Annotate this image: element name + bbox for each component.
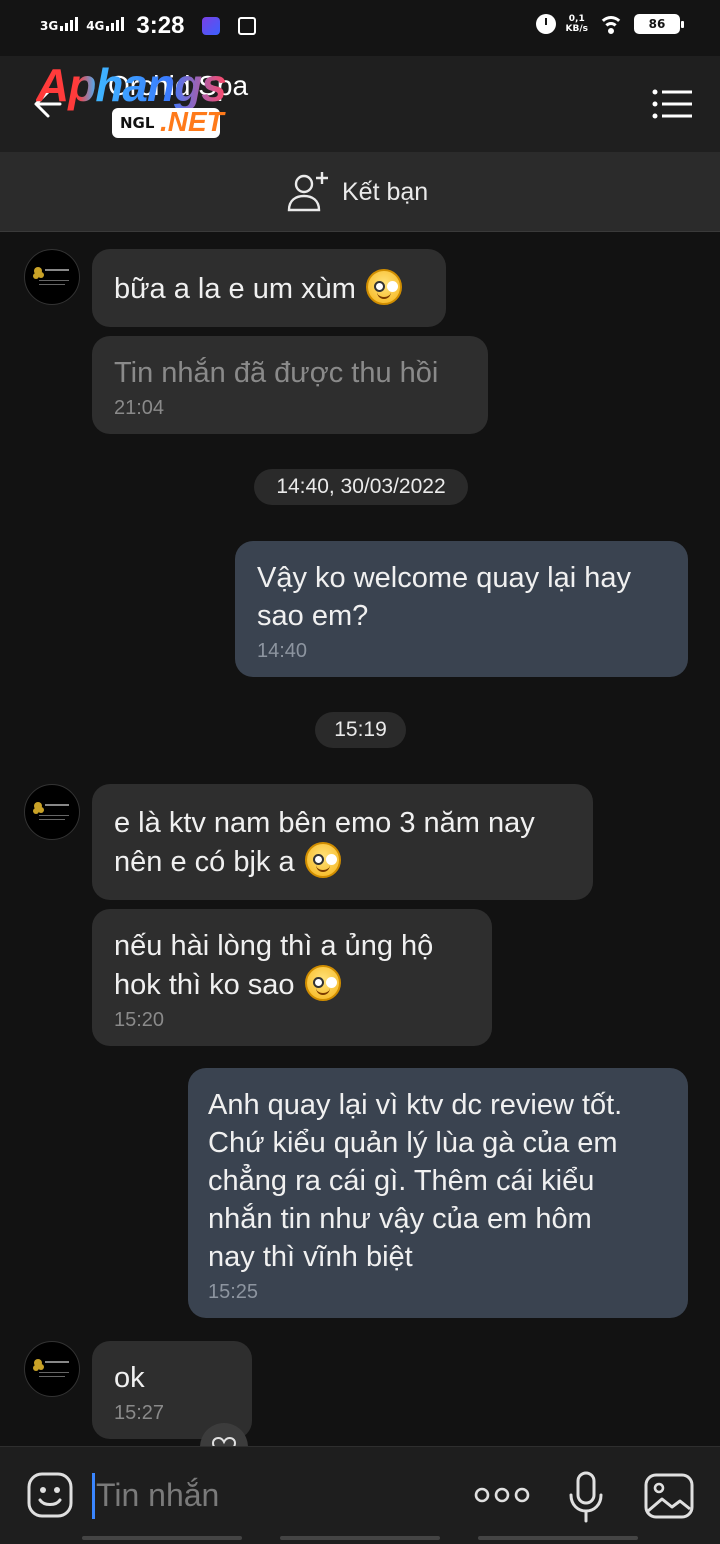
message-text: Anh quay lại vì ktv dc review tốt. Chứ k… [208, 1089, 623, 1273]
send-image-button[interactable] [644, 1473, 694, 1519]
date-separator: 15:19 [315, 712, 406, 748]
more-dots-icon [474, 1487, 530, 1503]
watermark-tag: NGL .NET [112, 106, 224, 138]
app-notification-icon [202, 17, 221, 35]
smiley-emoji-icon [304, 965, 341, 1001]
message-time: 15:25 [208, 1281, 259, 1303]
message-bubble-outgoing[interactable]: Anh quay lại vì ktv dc review tốt. Chứ k… [188, 1068, 688, 1318]
message-bubble-incoming[interactable]: nếu hài lòng thì a ủng hộ hok thì ko sao… [92, 909, 492, 1046]
add-friend-bar: Kết bạn [0, 152, 720, 232]
status-right: 0,1 KB/s 86 [535, 14, 684, 34]
emoji-button[interactable] [26, 1471, 74, 1519]
more-options-button[interactable] [474, 1481, 530, 1509]
smiley-emoji-icon [304, 842, 341, 878]
menu-list-icon [652, 89, 692, 119]
signal-bars-icon [106, 17, 125, 31]
alarm-icon [535, 14, 556, 34]
avatar[interactable] [24, 249, 80, 305]
message-bubble-outgoing[interactable]: Vậy ko welcome quay lại hay sao em? 14:4… [235, 541, 688, 677]
status-left: 3G 4G 3:28 [40, 12, 257, 40]
message-list[interactable]: bữa a la e um xùm Tin nhắn đã được thu h… [0, 233, 720, 1446]
chat-header: Orchid Spa Aphangs NGL .NET [0, 56, 720, 152]
watermark-logo: Aphangs NGL .NET [36, 58, 256, 142]
message-time: 14:40 [257, 640, 308, 662]
smiley-icon [27, 1472, 73, 1518]
text-cursor [92, 1473, 95, 1519]
message-bubble-recalled[interactable]: Tin nhắn đã được thu hồi 21:04 [92, 336, 488, 434]
signal-bars-icon [60, 17, 79, 31]
message-text: ok [114, 1362, 145, 1394]
network-speed: 0,1 KB/s [565, 14, 588, 34]
microphone-icon [569, 1471, 603, 1523]
battery-icon: 86 [634, 14, 684, 34]
status-bar: 3G 4G 3:28 0,1 KB/s 86 [0, 0, 720, 56]
avatar[interactable] [24, 784, 80, 840]
clock: 3:28 [136, 12, 185, 39]
add-user-icon [287, 172, 328, 212]
wifi-icon [598, 14, 624, 34]
message-time: 21:04 [114, 397, 165, 419]
add-friend-button[interactable]: Kết bạn [286, 168, 428, 216]
network-4g-indicator: 4G [86, 17, 125, 33]
message-bubble-incoming[interactable]: e là ktv nam bên emo 3 năm nay nên e có … [92, 784, 593, 900]
message-text: bữa a la e um xùm [114, 273, 356, 305]
heart-icon [212, 1437, 236, 1446]
message-input[interactable] [96, 1467, 456, 1523]
network-3g-indicator: 3G [40, 17, 79, 33]
mail-notification-icon [238, 17, 257, 35]
nav-indicator [82, 1536, 242, 1540]
voice-message-button[interactable] [568, 1471, 604, 1523]
nav-indicator [478, 1536, 638, 1540]
message-text: Vậy ko welcome quay lại hay sao em? [257, 562, 631, 632]
nav-indicator [280, 1536, 440, 1540]
message-text: nếu hài lòng thì a ủng hộ hok thì ko sao [114, 930, 434, 1001]
message-time: 15:27 [114, 1402, 165, 1424]
message-time: 15:20 [114, 1009, 165, 1031]
image-icon [644, 1473, 694, 1519]
menu-button[interactable] [652, 88, 692, 120]
add-friend-label: Kết bạn [342, 177, 429, 206]
date-separator: 14:40, 30/03/2022 [254, 469, 468, 505]
watermark-text: Aphangs [36, 59, 227, 111]
composer-bar [0, 1446, 720, 1544]
message-bubble-incoming[interactable]: bữa a la e um xùm [92, 249, 446, 327]
recalled-message-text: Tin nhắn đã được thu hồi [114, 357, 439, 389]
avatar[interactable] [24, 1341, 80, 1397]
smiley-emoji-icon [365, 269, 402, 305]
